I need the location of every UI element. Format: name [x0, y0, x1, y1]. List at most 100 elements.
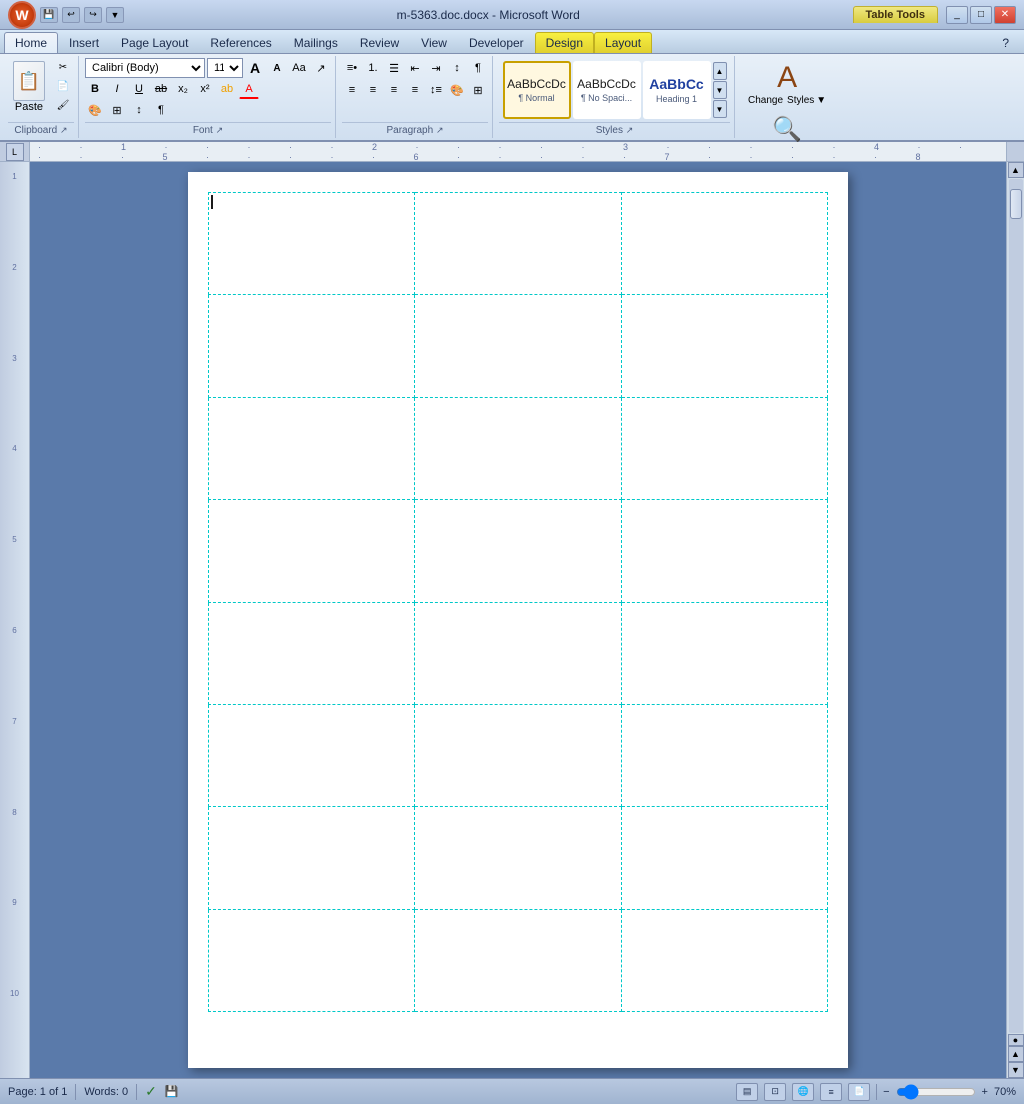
decrease-indent-button[interactable]: ⇤: [405, 58, 425, 78]
shading-button[interactable]: 🎨: [85, 100, 105, 120]
align-left-button[interactable]: ≡: [342, 80, 362, 100]
document-area[interactable]: [30, 162, 1006, 1078]
disk-icon[interactable]: 💾: [165, 1085, 179, 1098]
undo-icon[interactable]: ↩: [62, 7, 80, 23]
full-screen-view-button[interactable]: ⊡: [764, 1083, 786, 1101]
align-right-button[interactable]: ≡: [384, 80, 404, 100]
style-heading1[interactable]: AaBbCc Heading 1: [643, 61, 711, 119]
clear-format-button[interactable]: ↗: [311, 58, 331, 78]
scroll-select-browse[interactable]: ●: [1008, 1034, 1024, 1046]
styles-scroll-down[interactable]: ▼: [713, 81, 727, 99]
table-cell[interactable]: [415, 704, 621, 806]
table-cell[interactable]: [621, 295, 827, 397]
font-shrink-button[interactable]: A: [267, 58, 287, 78]
close-button[interactable]: ✕: [994, 6, 1016, 24]
table-cell[interactable]: [415, 193, 621, 295]
shading-para-button[interactable]: 🎨: [447, 80, 467, 100]
sort-button[interactable]: ↕: [129, 100, 149, 120]
next-page-button[interactable]: ▼: [1008, 1062, 1024, 1078]
table-cell[interactable]: [209, 807, 415, 909]
draft-view-button[interactable]: 📄: [848, 1083, 870, 1101]
tab-developer[interactable]: Developer: [458, 32, 535, 53]
show-para-button[interactable]: ¶: [468, 58, 488, 78]
underline-button[interactable]: U: [129, 79, 149, 99]
table-cell[interactable]: [415, 602, 621, 704]
maximize-button[interactable]: □: [970, 6, 992, 24]
text-highlight-button[interactable]: ab: [217, 79, 237, 99]
tab-layout[interactable]: Layout: [594, 32, 652, 53]
styles-scroll-up[interactable]: ▲: [713, 62, 727, 80]
change-case-button[interactable]: Aa: [289, 58, 309, 78]
table-cell[interactable]: [621, 500, 827, 602]
styles-expand[interactable]: ↗: [626, 125, 634, 135]
cut-button[interactable]: ✂: [52, 58, 74, 76]
zoom-slider[interactable]: [896, 1085, 976, 1099]
show-hide-button[interactable]: ¶: [151, 100, 171, 120]
superscript-button[interactable]: x²: [195, 79, 215, 99]
borders-para-button[interactable]: ⊞: [468, 80, 488, 100]
table-cell[interactable]: [415, 295, 621, 397]
table-cell[interactable]: [621, 704, 827, 806]
bullets-button[interactable]: ≡•: [342, 58, 362, 78]
office-button[interactable]: W: [8, 1, 36, 29]
scroll-thumb[interactable]: [1010, 189, 1022, 219]
increase-indent-button[interactable]: ⇥: [426, 58, 446, 78]
zoom-level[interactable]: 70%: [994, 1086, 1016, 1098]
numbering-button[interactable]: 1.: [363, 58, 383, 78]
table-cell[interactable]: [209, 397, 415, 499]
font-grow-button[interactable]: A: [245, 58, 265, 78]
outline-view-button[interactable]: ≡: [820, 1083, 842, 1101]
table-cell[interactable]: [415, 500, 621, 602]
table-cell[interactable]: [415, 909, 621, 1011]
table-cell[interactable]: [209, 909, 415, 1011]
change-styles-button[interactable]: A ChangeStyles ▼: [741, 58, 833, 109]
font-expand[interactable]: ↗: [216, 125, 224, 135]
minimize-button[interactable]: _: [946, 6, 968, 24]
table-cell[interactable]: [621, 807, 827, 909]
table-cell[interactable]: [621, 909, 827, 1011]
subscript-button[interactable]: x₂: [173, 79, 193, 99]
document-table[interactable]: [208, 192, 828, 1012]
tab-home[interactable]: Home: [4, 32, 58, 53]
zoom-out-button[interactable]: −: [883, 1086, 889, 1098]
print-layout-view-button[interactable]: ▤: [736, 1083, 758, 1101]
sort-para-button[interactable]: ↕: [447, 58, 467, 78]
spell-check-icon[interactable]: ✓: [145, 1083, 157, 1100]
justify-button[interactable]: ≡: [405, 80, 425, 100]
page[interactable]: [188, 172, 848, 1068]
tab-review[interactable]: Review: [349, 32, 410, 53]
align-center-button[interactable]: ≡: [363, 80, 383, 100]
clipboard-expand[interactable]: ↗: [60, 125, 68, 135]
font-color-button[interactable]: A: [239, 79, 259, 99]
table-cell[interactable]: [209, 500, 415, 602]
zoom-in-button[interactable]: +: [982, 1086, 988, 1098]
bold-button[interactable]: B: [85, 79, 105, 99]
line-spacing-button[interactable]: ↕≡: [426, 80, 446, 100]
format-painter-button[interactable]: 🖌: [52, 96, 74, 114]
table-cell[interactable]: [415, 807, 621, 909]
tab-insert[interactable]: Insert: [58, 32, 110, 53]
styles-scroll-more[interactable]: ▼: [713, 100, 727, 118]
paste-button[interactable]: 📋 Paste: [8, 58, 50, 116]
table-cell[interactable]: [209, 193, 415, 295]
quick-access-icon[interactable]: ▼: [106, 7, 124, 23]
italic-button[interactable]: I: [107, 79, 127, 99]
table-cell[interactable]: [209, 704, 415, 806]
tab-references[interactable]: References: [199, 32, 282, 53]
prev-page-button[interactable]: ▲: [1008, 1046, 1024, 1062]
tab-mailings[interactable]: Mailings: [283, 32, 349, 53]
help-tab[interactable]: ?: [991, 32, 1020, 53]
ruler-corner[interactable]: L: [6, 143, 24, 161]
multilevel-button[interactable]: ☰: [384, 58, 404, 78]
copy-button[interactable]: 📄: [52, 77, 74, 95]
web-layout-view-button[interactable]: 🌐: [792, 1083, 814, 1101]
paragraph-expand[interactable]: ↗: [436, 125, 444, 135]
tab-page-layout[interactable]: Page Layout: [110, 32, 199, 53]
font-name-select[interactable]: Calibri (Body): [85, 58, 205, 78]
table-cell[interactable]: [209, 295, 415, 397]
table-cell[interactable]: [209, 602, 415, 704]
table-cell[interactable]: [415, 397, 621, 499]
font-size-select[interactable]: 11: [207, 58, 243, 78]
scroll-up-button[interactable]: ▲: [1008, 162, 1024, 178]
table-cell[interactable]: [621, 193, 827, 295]
